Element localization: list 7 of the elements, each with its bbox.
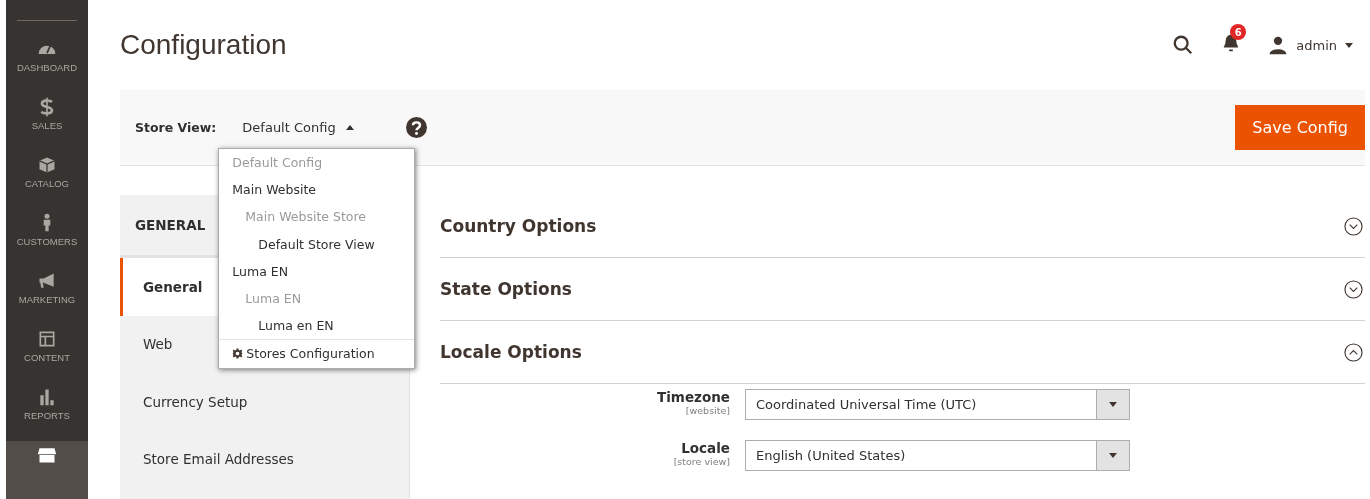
scope-hint: [website]	[685, 405, 730, 416]
scope-hint: [store view]	[673, 456, 730, 467]
page-title: Configuration	[120, 29, 288, 61]
field-label: Locale	[681, 440, 730, 456]
field-label: Timezone	[657, 389, 730, 405]
notification-count: 6	[1230, 24, 1247, 40]
store-view-label: Store View:	[135, 120, 217, 135]
